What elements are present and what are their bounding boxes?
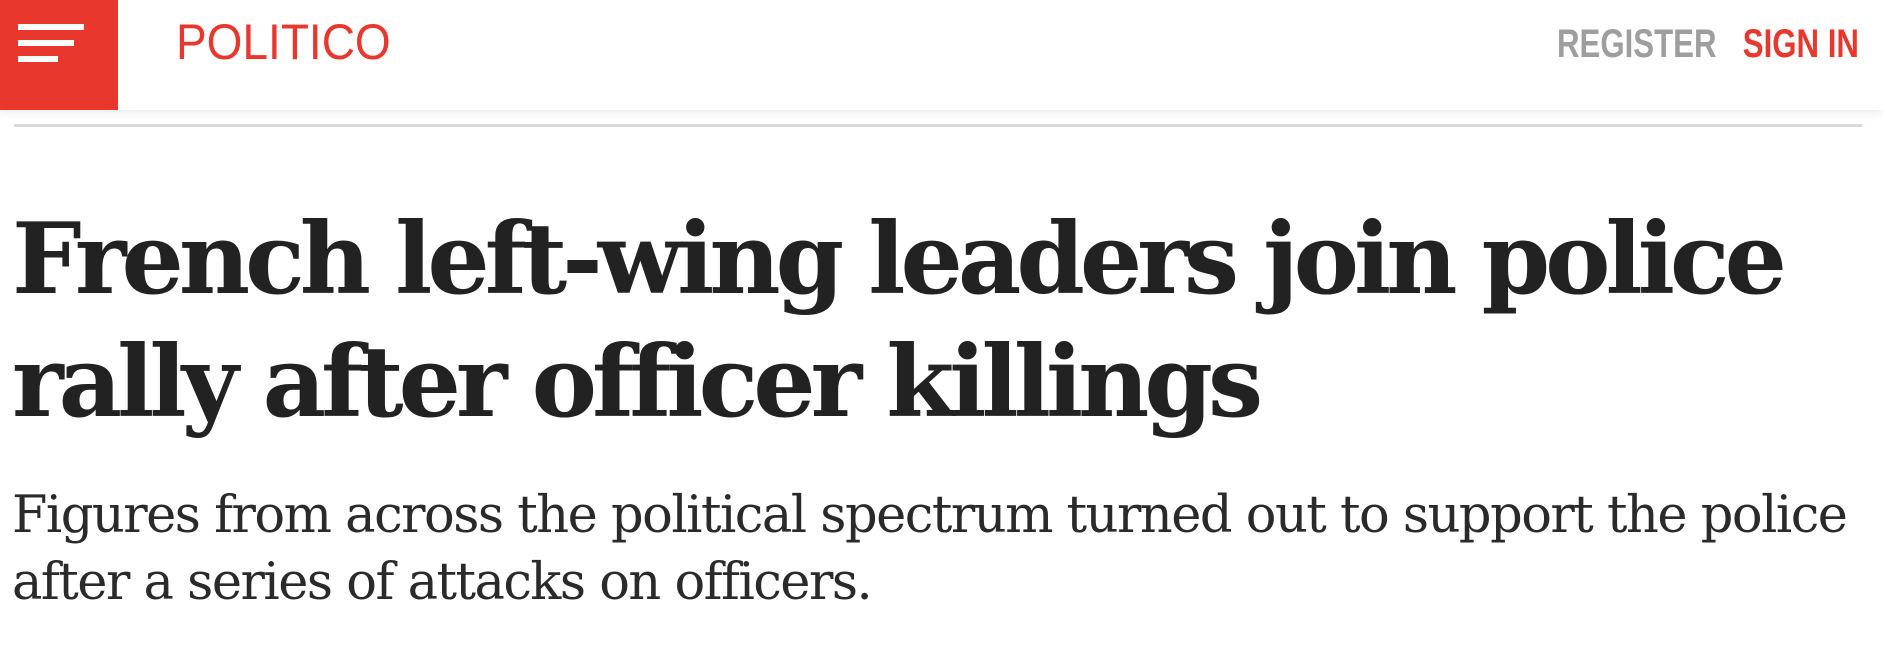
- menu-button[interactable]: [0, 0, 118, 110]
- hamburger-menu-icon: [18, 24, 84, 62]
- article-headline: French left-wing leaders join police ral…: [12, 202, 1787, 440]
- article-dek: Figures from across the political spectr…: [12, 486, 1848, 612]
- register-link[interactable]: REGISTER: [1557, 22, 1716, 67]
- sign-in-link[interactable]: SIGN IN: [1743, 22, 1859, 67]
- site-header: POLITICO REGISTER SIGN IN: [0, 0, 1883, 110]
- auth-links: REGISTER SIGN IN: [1512, 14, 1859, 74]
- header-divider: [14, 124, 1862, 127]
- politico-logo[interactable]: POLITICO: [176, 14, 391, 70]
